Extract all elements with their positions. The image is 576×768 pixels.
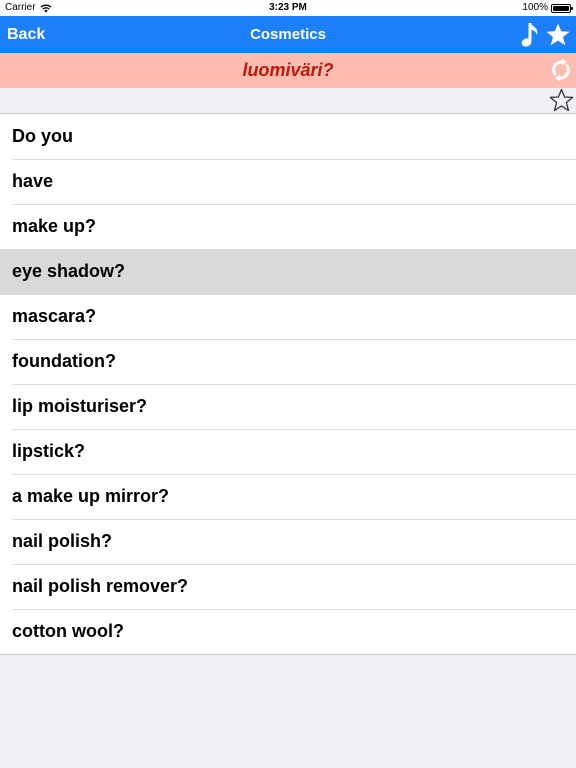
swap-arrows-icon[interactable]	[549, 58, 573, 82]
list-item-label: eye shadow?	[12, 261, 126, 281]
list-item[interactable]: a make up mirror?	[0, 474, 576, 519]
translated-phrase: luomiväri?	[242, 60, 334, 80]
list-item-label: mascara?	[12, 306, 97, 326]
status-bar: Carrier 3:23 PM 100%	[0, 0, 576, 16]
status-time: 3:23 PM	[269, 2, 307, 13]
list-item-label: nail polish remover?	[12, 576, 189, 596]
back-button[interactable]: Back	[7, 16, 45, 53]
page-title: Cosmetics	[250, 26, 326, 43]
list-item[interactable]: mascara?	[0, 294, 576, 339]
translation-bar: luomiväri?	[0, 53, 576, 88]
list-item-label: a make up mirror?	[12, 486, 170, 506]
list-item-label: cotton wool?	[12, 621, 124, 641]
list-item-label: Do you	[12, 126, 73, 146]
list-item[interactable]: nail polish remover?	[0, 564, 576, 609]
list-item[interactable]: nail polish?	[0, 519, 576, 564]
list-item[interactable]: make up?	[0, 204, 576, 249]
list-item[interactable]: cotton wool?	[0, 609, 576, 654]
list-item[interactable]: lip moisturiser?	[0, 384, 576, 429]
list-item-label: make up?	[12, 216, 97, 236]
list-item-label: foundation?	[12, 351, 116, 371]
list-item[interactable]: foundation?	[0, 339, 576, 384]
battery-percent: 100%	[522, 2, 548, 13]
star-filled-icon[interactable]	[545, 22, 571, 48]
list-item[interactable]: Do you	[0, 114, 576, 159]
list-item-label: nail polish?	[12, 531, 113, 551]
list-item-label: lipstick?	[12, 441, 86, 461]
star-outline-icon[interactable]	[549, 88, 574, 113]
favorite-row	[0, 88, 576, 113]
music-note-icon[interactable]	[520, 20, 542, 50]
phrase-list: Do you have make up? eye shadow? mascara? fou…	[0, 113, 576, 655]
navigation-bar: Back Cosmetics	[0, 16, 576, 53]
list-item[interactable]: lipstick?	[0, 429, 576, 474]
list-item-label: lip moisturiser?	[12, 396, 148, 416]
list-item-label: have	[12, 171, 54, 191]
list-item[interactable]: eye shadow?	[0, 249, 576, 294]
list-item[interactable]: have	[0, 159, 576, 204]
battery-icon	[551, 4, 573, 13]
